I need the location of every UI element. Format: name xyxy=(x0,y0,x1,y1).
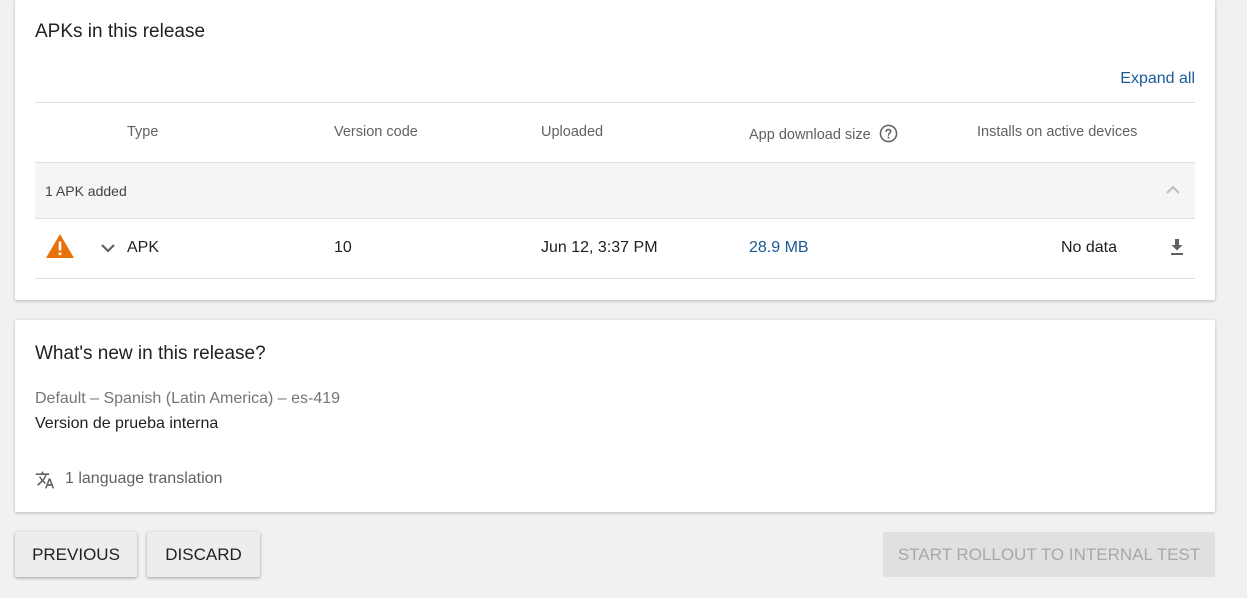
release-notes-text: Version de prueba interna xyxy=(35,415,219,432)
version-code-cell: 10 xyxy=(334,239,352,256)
help-circle-icon[interactable] xyxy=(879,124,898,143)
column-header-uploaded: Uploaded xyxy=(541,124,604,140)
column-header-type: Type xyxy=(127,124,159,140)
expand-all-link[interactable]: Expand all xyxy=(1120,70,1195,88)
apk-type-cell: APK xyxy=(127,239,160,256)
column-header-installs: Installs on active devices xyxy=(977,124,1138,140)
table-row: APK 10 Jun 12, 3:37 PM 28.9 MB No data xyxy=(35,219,1195,279)
installs-cell: No data xyxy=(1060,239,1117,256)
translation-count: 1 language translation xyxy=(65,470,223,487)
apks-card: APKs in this release Expand all Type Ver… xyxy=(15,0,1215,300)
apk-group-row[interactable]: 1 APK added xyxy=(35,163,1195,219)
start-rollout-button[interactable]: START ROLLOUT TO INTERNAL TEST xyxy=(883,532,1215,577)
translate-icon xyxy=(35,471,55,489)
column-header-download-size-label: App download size xyxy=(749,127,871,143)
release-notes-locale: Default – Spanish (Latin America) – es-4… xyxy=(35,390,341,407)
apk-table: Type Version code Uploaded App download … xyxy=(35,102,1195,279)
download-icon[interactable] xyxy=(1169,238,1185,256)
apk-table-header: Type Version code Uploaded App download … xyxy=(35,103,1195,163)
discard-button[interactable]: DISCARD xyxy=(147,532,260,577)
apks-section-title: APKs in this release xyxy=(35,21,206,42)
whats-new-title: What's new in this release? xyxy=(35,343,266,364)
warning-triangle-icon xyxy=(46,234,74,258)
whats-new-card: What's new in this release? Default – Sp… xyxy=(15,320,1215,512)
column-header-version-code: Version code xyxy=(334,124,418,140)
previous-button[interactable]: PREVIOUS xyxy=(15,532,137,577)
uploaded-cell: Jun 12, 3:37 PM xyxy=(541,239,658,256)
apk-group-label: 1 APK added xyxy=(45,183,127,199)
chevron-down-icon[interactable] xyxy=(99,239,117,257)
download-size-link[interactable]: 28.9 MB xyxy=(749,239,809,257)
column-header-download-size: App download size xyxy=(749,124,898,143)
chevron-up-icon[interactable] xyxy=(1165,182,1181,198)
